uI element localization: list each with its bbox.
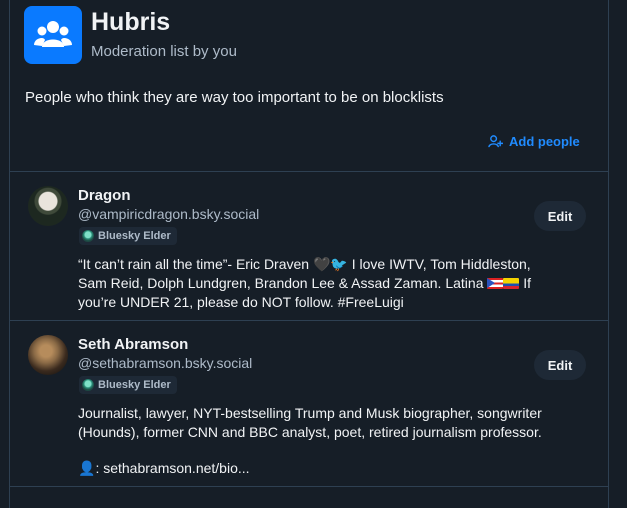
list-item[interactable]: Dragon @vampiricdragon.bsky.social Blues… (10, 172, 608, 320)
puerto-rico-flag-icon (487, 278, 504, 289)
people-group-icon (34, 21, 72, 47)
black-heart-icon: 🖤 (312, 256, 331, 272)
add-people-button[interactable]: Add people (488, 134, 580, 149)
member-handle: @sethabramson.bsky.social (78, 355, 253, 371)
bio-text: If (519, 275, 532, 291)
bio-link[interactable]: : sethabramson.net/bio... (95, 460, 249, 476)
member-handle: @vampiricdragon.bsky.social (78, 206, 260, 222)
person-silhouette-icon: 👤 (78, 460, 96, 476)
avatar[interactable] (28, 186, 68, 226)
bio-line: you’re UNDER 21, please do NOT follow. #… (78, 294, 404, 310)
bio-text: I love IWTV, Tom Hiddleston, (347, 256, 531, 272)
list-subtitle: Moderation list by you (91, 43, 237, 60)
elder-badge-icon (82, 230, 94, 242)
status-badge: Bluesky Elder (79, 376, 177, 394)
avatar[interactable] (28, 335, 68, 375)
list-item[interactable]: Seth Abramson @sethabramson.bsky.social … (10, 321, 608, 486)
bird-icon: 🐦 (330, 256, 348, 272)
edit-button[interactable]: Edit (534, 350, 586, 380)
status-badge: Bluesky Elder (79, 227, 177, 245)
elder-badge-icon (82, 379, 94, 391)
bio-line: (Hounds), former CNN and BBC analyst, po… (78, 424, 542, 440)
badge-label: Bluesky Elder (98, 230, 171, 242)
list-description: People who think they are way too import… (25, 89, 444, 106)
bio-line: Sam Reid, Dolph Lundgren, Brandon Lee & … (78, 274, 583, 293)
member-bio: Journalist, lawyer, NYT-bestselling Trum… (78, 404, 583, 478)
bio-line: Journalist, lawyer, NYT-bestselling Trum… (78, 405, 542, 421)
add-person-icon (488, 135, 503, 148)
bio-line: 👤: sethabramson.net/bio... (78, 459, 583, 478)
bio-text: “It can’t rain all the time”- Eric Drave… (78, 256, 313, 272)
list-title: Hubris (91, 8, 171, 36)
member-name[interactable]: Seth Abramson (78, 336, 188, 353)
bio-text: Sam Reid, Dolph Lundgren, Brandon Lee & … (78, 275, 488, 291)
member-bio: “It can’t rain all the time”- Eric Drave… (78, 255, 583, 312)
divider (10, 486, 608, 487)
badge-label: Bluesky Elder (98, 379, 171, 391)
list-avatar (24, 6, 82, 64)
ecuador-flag-icon (503, 278, 520, 289)
member-name[interactable]: Dragon (78, 187, 131, 204)
edit-button[interactable]: Edit (534, 201, 586, 231)
add-people-label: Add people (509, 134, 580, 149)
bio-line: “It can’t rain all the time”- Eric Drave… (78, 255, 583, 274)
